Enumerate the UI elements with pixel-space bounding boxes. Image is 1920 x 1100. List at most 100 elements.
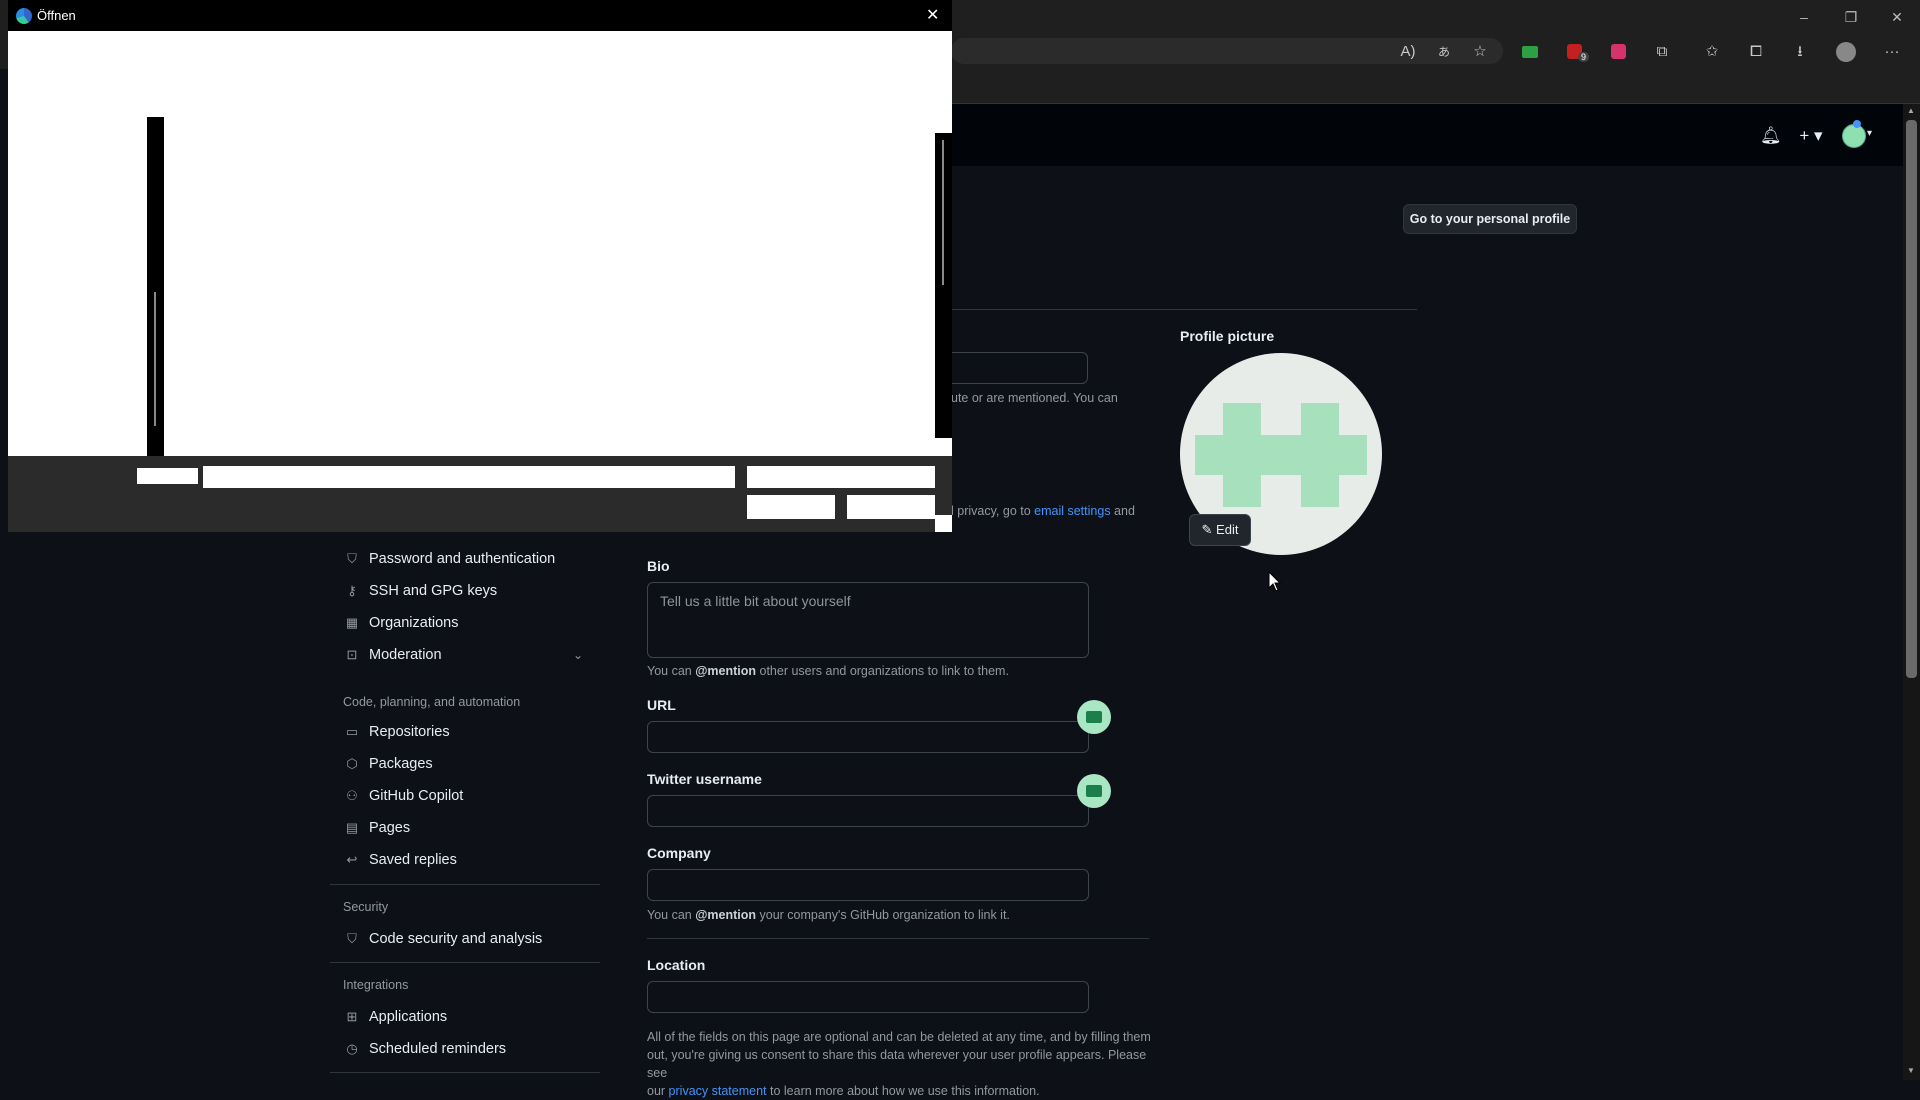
chevron-down-icon: ⌄ (572, 648, 583, 662)
page-scrollbar-thumb[interactable] (1906, 120, 1917, 678)
sidebar-item-label: SSH and GPG keys (369, 583, 498, 599)
chevron-down-icon: ▾ (1867, 128, 1873, 139)
email-note-before: l privacy, go to (951, 504, 1035, 518)
scroll-up-icon[interactable]: ▲ (1907, 106, 1915, 115)
privacy-footer-post: to learn more about how we use this info… (766, 1084, 1040, 1098)
mic-extension-icon[interactable] (1606, 40, 1630, 64)
file-type-select[interactable] (747, 466, 935, 488)
sidebar-item-organizations[interactable]: ▦ Organizations (343, 611, 459, 635)
edge-logo-icon (16, 8, 32, 24)
close-window-button[interactable]: ✕ (1887, 7, 1907, 27)
dialog-title: Öffnen (37, 8, 76, 23)
sidebar-item-label: Repositories (369, 724, 450, 740)
privacy-footer: All of the fields on this page are optio… (647, 1028, 1157, 1100)
twitter-label: Twitter username (647, 771, 762, 787)
form-divider (647, 938, 1149, 939)
sidebar-item-label: Moderation (369, 647, 442, 663)
open-button[interactable] (747, 495, 835, 519)
bio-note-pre: You can (647, 664, 696, 678)
sidebar-item-moderation[interactable]: ⊡ Moderation ⌄ (343, 643, 583, 667)
email-note-after: and (1110, 504, 1135, 518)
assistant-bot-icon[interactable] (1077, 700, 1111, 734)
company-note-post: your company's GitHub organization to li… (756, 908, 1010, 922)
restore-button[interactable]: ❐ (1841, 7, 1861, 27)
sidebar-divider (330, 1072, 600, 1073)
sidebar-item-saved-replies[interactable]: ↩ Saved replies (343, 848, 457, 872)
sidebar-item-copilot[interactable]: ⚇ GitHub Copilot (343, 784, 463, 808)
favorite-add-icon[interactable]: ☆ (1468, 40, 1492, 64)
sidebar-item-code-security[interactable]: ⛉ Code security and analysis (343, 927, 542, 951)
file-name-input[interactable] (203, 466, 735, 488)
report-icon: ⊡ (346, 647, 358, 662)
name-input[interactable] (951, 352, 1088, 384)
minimize-button[interactable]: – (1794, 7, 1814, 27)
sidebar-item-label: Scheduled reminders (369, 1041, 507, 1057)
url-label: URL (647, 697, 676, 713)
shield-icon: ⛉ (347, 931, 357, 946)
location-input[interactable] (647, 981, 1089, 1013)
mouse-cursor-icon (1268, 571, 1282, 592)
company-input[interactable] (647, 869, 1089, 901)
sidebar-item-scheduled-reminders[interactable]: ◷ Scheduled reminders (343, 1037, 506, 1061)
navigation-pane-scroll-thumb[interactable] (154, 292, 156, 426)
pencil-icon: ✎ (1201, 522, 1217, 537)
file-list-scroll-thumb[interactable] (942, 140, 944, 285)
sidebar-item-label: Pages (369, 820, 411, 836)
reply-icon: ↩ (346, 852, 358, 867)
sidebar-item-packages[interactable]: ⬡ Packages (343, 752, 433, 776)
edit-label: Edit (1216, 522, 1239, 537)
page-tab-area (951, 69, 1920, 104)
bio-textarea[interactable]: Tell us a little bit about yourself (647, 582, 1089, 658)
sidebar-section-code: Code, planning, and automation (343, 695, 521, 709)
sidebar-item-applications[interactable]: ⊞ Applications (343, 1005, 448, 1029)
avatar[interactable] (1842, 124, 1866, 148)
go-to-profile-button[interactable]: Go to your personal profile (1403, 204, 1577, 234)
sidebar-item-ssh[interactable]: ⚷ SSH and GPG keys (343, 579, 497, 603)
company-note-mention: @mention (695, 908, 757, 922)
favorites-icon[interactable]: ✩ (1700, 40, 1724, 64)
sidebar-section-integrations: Integrations (343, 978, 409, 992)
sidebar-item-repositories[interactable]: ▭ Repositories (343, 720, 450, 744)
edit-picture-button[interactable]: ✎ Edit (1189, 514, 1251, 546)
dialog-title-bar (8, 0, 952, 31)
sidebar-item-password[interactable]: ⛉ Password and authentication (343, 547, 555, 571)
cancel-button[interactable] (847, 495, 935, 519)
header-divider (951, 309, 1417, 310)
resize-grip[interactable] (935, 515, 952, 532)
bell-icon[interactable]: 🔔︎ (1760, 124, 1782, 148)
collections-icon[interactable]: ⧠ (1744, 40, 1768, 64)
sidebar-section-security: Security (343, 900, 389, 914)
profile-icon[interactable] (1834, 40, 1858, 64)
twitter-input[interactable] (647, 795, 1089, 827)
downloads-icon[interactable]: ⭳ (1788, 40, 1812, 64)
bio-note: You can @mention other users and organiz… (647, 662, 1009, 680)
package-icon: ⬡ (346, 756, 358, 771)
repo-icon: ▭ (345, 724, 359, 739)
sidebar-item-label: GitHub Copilot (369, 788, 464, 804)
assistant-bot-icon[interactable] (1077, 774, 1111, 808)
translate-icon[interactable]: あ (1432, 40, 1456, 64)
company-note: You can @mention your company's GitHub o… (647, 906, 1010, 924)
extension-green-icon[interactable] (1518, 40, 1542, 64)
dialog-close-icon[interactable]: ✕ (926, 5, 939, 25)
address-bar[interactable] (951, 38, 1503, 64)
sidebar-item-pages[interactable]: ▤ Pages (343, 816, 410, 840)
organization-icon: ▦ (345, 615, 359, 630)
profile-picture-label: Profile picture (1180, 328, 1275, 344)
notification-dot (1853, 120, 1861, 128)
url-input[interactable] (647, 721, 1089, 753)
extensions-icon[interactable]: ⧉ (1650, 40, 1674, 64)
create-new-icon[interactable]: + ▾ (1796, 124, 1826, 148)
ublock-badge: 9 (1578, 52, 1590, 62)
bio-label: Bio (647, 558, 670, 574)
browser-icon: ▤ (345, 820, 359, 835)
email-settings-link[interactable]: email settings (1034, 504, 1110, 518)
read-aloud-icon[interactable]: A) (1396, 40, 1420, 64)
email-note: l privacy, go to email settings and (951, 502, 1135, 520)
sidebar-item-label: Packages (369, 756, 433, 772)
shield-lock-icon: ⛉ (347, 551, 357, 566)
privacy-statement-link[interactable]: privacy statement (669, 1084, 767, 1098)
bio-note-mention: @mention (695, 664, 757, 678)
more-icon[interactable]: ··· (1880, 40, 1904, 64)
scroll-down-icon[interactable]: ▼ (1907, 1066, 1915, 1075)
